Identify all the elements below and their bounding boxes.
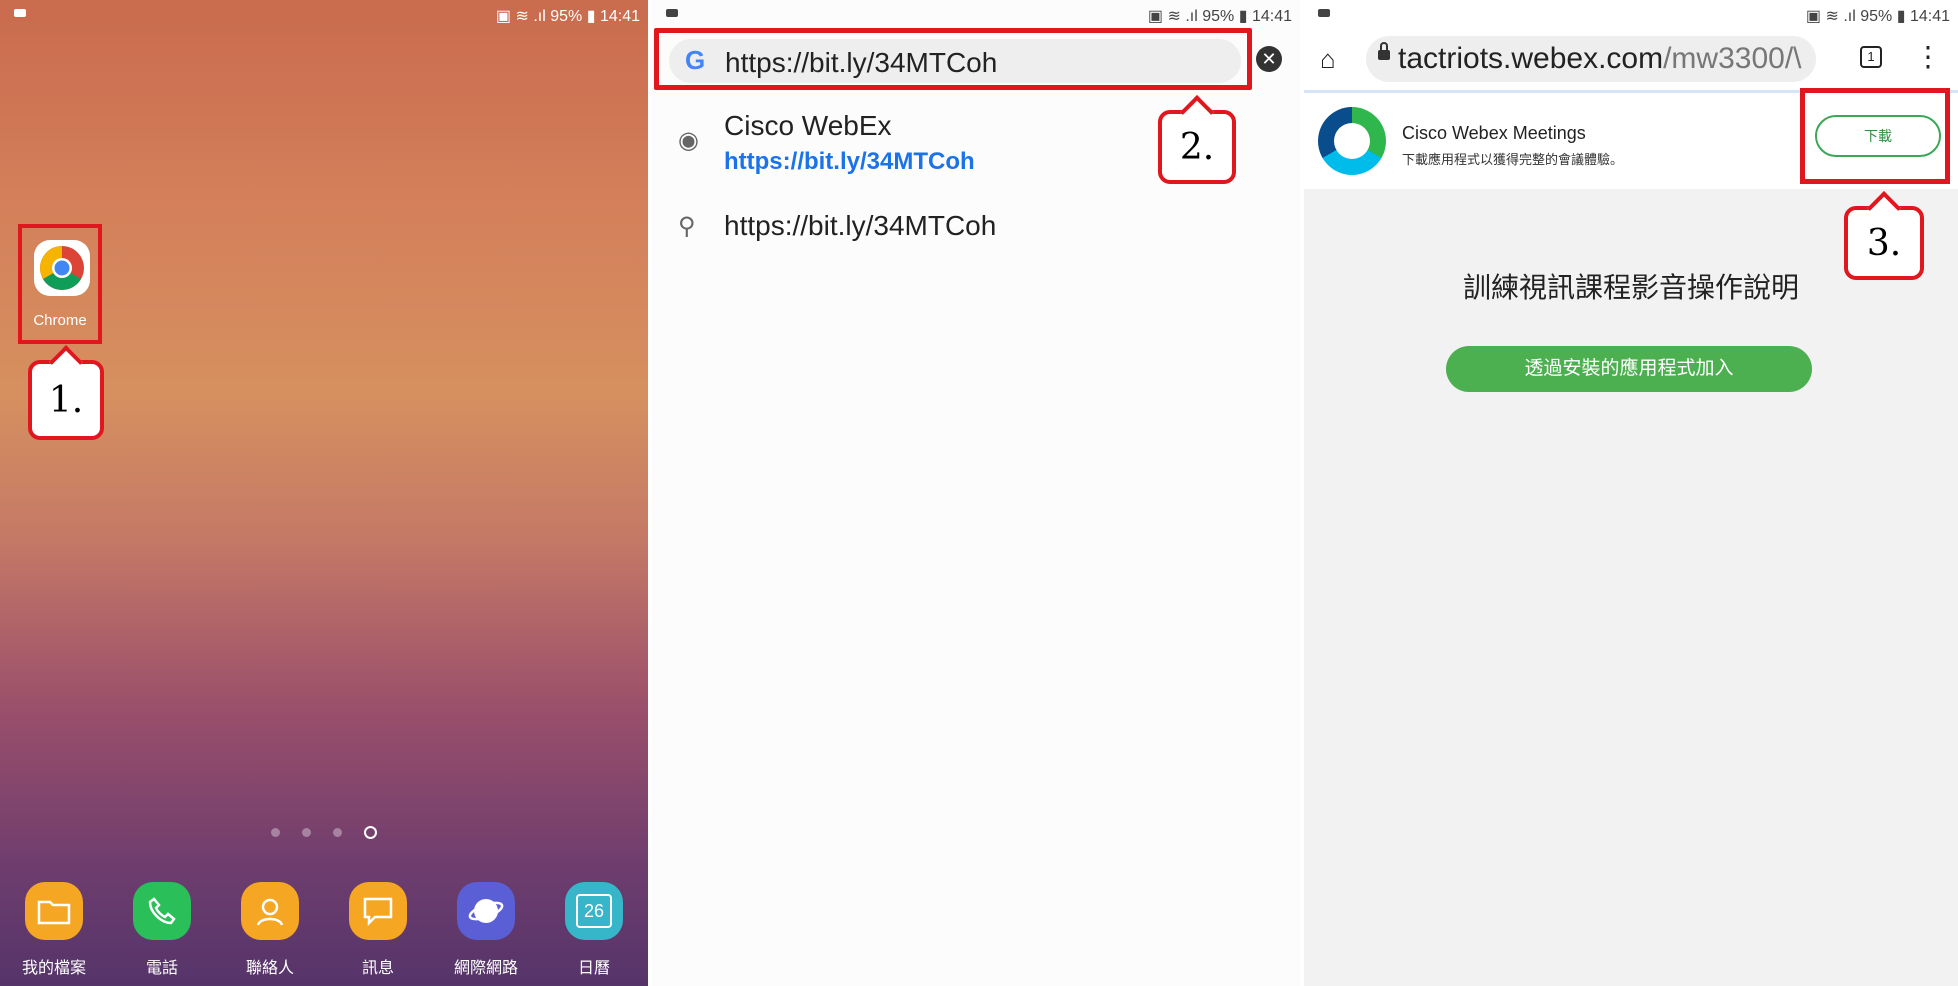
phone-icon <box>133 882 191 940</box>
address-host: tactriots.webex.com <box>1398 42 1664 75</box>
battery-level: 95% <box>1202 8 1235 25</box>
download-button[interactable]: 下載 <box>1815 115 1941 157</box>
chrome-icon <box>40 246 84 290</box>
suggestion-item[interactable]: ⚲ https://bit.ly/34MTCoh <box>652 206 1300 254</box>
page-title: 訓練視訊課程影音操作說明 <box>1462 272 1799 303</box>
page-dot-current <box>364 826 377 839</box>
battery-level: 95% <box>1860 8 1893 25</box>
dock-item-phone[interactable]: 電話 <box>112 876 212 986</box>
step-1-label: 1. <box>48 379 84 421</box>
globe-icon: ◉ <box>678 127 699 154</box>
status-right: ▣ ≋ .ıl 95% ▮ 14:41 <box>495 8 640 25</box>
folder-icon <box>25 882 83 940</box>
dock-item-calendar[interactable]: 26 日曆 <box>544 876 644 986</box>
status-bar: ▣ ≋ .ıl 95% ▮ 14:41 <box>0 0 648 32</box>
banner-subtitle: 下載應用程式以獲得完整的會議體驗。 <box>1402 152 1624 167</box>
url-input[interactable]: G https://bit.ly/34MTCoh <box>669 39 1241 83</box>
tab-switcher-icon[interactable]: 1 <box>1860 46 1882 68</box>
dock-label: 訊息 <box>361 960 394 977</box>
chrome-app-highlight: Chrome <box>18 224 102 344</box>
dock-label: 聯絡人 <box>245 960 294 977</box>
page-dot <box>302 828 311 837</box>
dock-item-messages[interactable]: 訊息 <box>328 876 428 986</box>
suggestion-title: Cisco WebEx <box>724 110 892 141</box>
google-icon: G <box>685 45 706 75</box>
more-vert-icon[interactable]: ⋮ <box>1914 40 1942 73</box>
status-bar: ▣ ≋ .ıl 95% ▮ 14:41 <box>1304 0 1958 32</box>
status-right: ▣ ≋ .ıl 95% ▮ 14:41 <box>1147 8 1292 25</box>
suggestion-title: https://bit.ly/34MTCoh <box>724 210 997 241</box>
internet-icon <box>457 882 515 940</box>
clear-url-button[interactable]: ✕ <box>1256 46 1282 72</box>
battery-level: 95% <box>550 8 583 25</box>
webex-page-panel: ▣ ≋ .ıl 95% ▮ 14:41 ⌂ tactriots.webex.co… <box>1304 0 1958 986</box>
messages-icon <box>349 882 407 940</box>
address-path: /mw3300/\ <box>1663 42 1802 75</box>
search-icon: ⚲ <box>678 213 696 240</box>
lock-icon <box>1378 42 1390 60</box>
chrome-app-icon[interactable] <box>34 240 90 296</box>
dock-label: 日曆 <box>577 960 610 977</box>
status-right: ▣ ≋ .ıl 95% ▮ 14:41 <box>1805 8 1950 25</box>
browser-omnibox-panel: ▣ ≋ .ıl 95% ▮ 14:41 G https://bit.ly/34M… <box>652 0 1300 986</box>
calendar-icon: 26 <box>565 882 623 940</box>
page-dot <box>271 828 280 837</box>
step-1-callout: 1. <box>28 345 104 440</box>
callout-pointer <box>49 345 83 379</box>
page-dot <box>333 828 342 837</box>
banner-title: Cisco Webex Meetings <box>1402 123 1586 143</box>
home-icon[interactable]: ⌂ <box>1320 44 1336 75</box>
contacts-icon <box>241 882 299 940</box>
step-3-label: 3. <box>1866 222 1902 264</box>
video-icon <box>666 9 678 17</box>
join-via-app-button[interactable]: 透過安裝的應用程式加入 <box>1446 346 1812 392</box>
app-dock: 我的檔案 電話 聯絡人 訊息 網際網路 26 日曆 <box>0 876 648 986</box>
callout-pointer <box>1867 191 1901 225</box>
dock-label: 我的檔案 <box>21 960 86 977</box>
dock-label: 電話 <box>145 960 178 977</box>
clock: 14:41 <box>1909 8 1950 25</box>
url-text: https://bit.ly/34MTCoh <box>725 47 998 78</box>
webex-logo-icon <box>1318 107 1386 175</box>
dock-item-files[interactable]: 我的檔案 <box>4 876 104 986</box>
video-icon <box>1318 9 1330 17</box>
home-screen-panel: ▣ ≋ .ıl 95% ▮ 14:41 Chrome 1. 我的檔案 電話 聯絡… <box>0 0 648 986</box>
clock: 14:41 <box>599 8 640 25</box>
download-highlight: 下載 <box>1800 88 1950 184</box>
video-icon <box>14 9 26 17</box>
suggestion-item[interactable]: ◉ Cisco WebEx https://bit.ly/34MTCoh <box>652 106 1300 186</box>
suggestion-url: https://bit.ly/34MTCoh <box>724 148 975 175</box>
clock: 14:41 <box>1251 8 1292 25</box>
chrome-app-label: Chrome <box>33 312 87 329</box>
close-icon: ✕ <box>1261 49 1277 69</box>
address-bar[interactable]: tactriots.webex.com/mw3300/\ <box>1366 36 1816 82</box>
page-indicator <box>0 826 648 839</box>
dock-item-contacts[interactable]: 聯絡人 <box>220 876 320 986</box>
url-bar-highlight: G https://bit.ly/34MTCoh <box>654 28 1252 90</box>
browser-toolbar: ⌂ tactriots.webex.com/mw3300/\ 1 ⋮ <box>1304 30 1958 93</box>
dock-item-internet[interactable]: 網際網路 <box>436 876 536 986</box>
dock-label: 網際網路 <box>453 960 518 977</box>
calendar-day: 26 <box>576 894 612 928</box>
address-text: tactriots.webex.com/mw3300/\ <box>1398 42 1802 76</box>
